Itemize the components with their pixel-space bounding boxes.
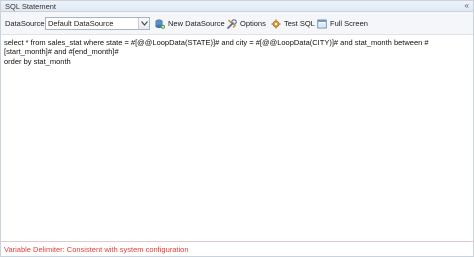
panel-title: SQL Statement xyxy=(5,2,56,11)
options-button[interactable]: Options xyxy=(227,17,266,30)
datasource-select[interactable]: Default DataSource xyxy=(45,17,150,30)
sql-editor[interactable]: select * from sales_stat where state = #… xyxy=(1,36,473,241)
sql-text[interactable]: select * from sales_stat where state = #… xyxy=(4,38,470,66)
datasource-label: DataSource xyxy=(5,19,45,28)
options-icon xyxy=(227,18,237,29)
options-label: Options xyxy=(240,18,266,28)
variable-delimiter-note: Variable Delimiter: Consistent with syst… xyxy=(4,245,189,254)
toolbar: DataSource Default DataSource New DataSo… xyxy=(1,12,473,35)
full-screen-label: Full Screen xyxy=(330,18,368,28)
title-bar: SQL Statement « xyxy=(1,1,473,12)
collapse-icon[interactable]: « xyxy=(465,1,469,11)
full-screen-icon xyxy=(317,19,327,29)
new-datasource-label: New DataSource xyxy=(168,18,225,28)
new-datasource-button[interactable]: New DataSource xyxy=(155,17,225,30)
full-screen-button[interactable]: Full Screen xyxy=(317,17,368,30)
test-sql-icon xyxy=(271,19,281,29)
datasource-add-icon xyxy=(155,19,165,29)
datasource-selected-value: Default DataSource xyxy=(48,19,114,28)
dropdown-arrow-icon[interactable] xyxy=(138,18,149,29)
test-sql-button[interactable]: Test SQL xyxy=(271,17,315,30)
footer-bar: Variable Delimiter: Consistent with syst… xyxy=(1,241,473,256)
sql-statement-panel: SQL Statement « DataSource Default DataS… xyxy=(0,0,474,257)
test-sql-label: Test SQL xyxy=(284,18,315,28)
